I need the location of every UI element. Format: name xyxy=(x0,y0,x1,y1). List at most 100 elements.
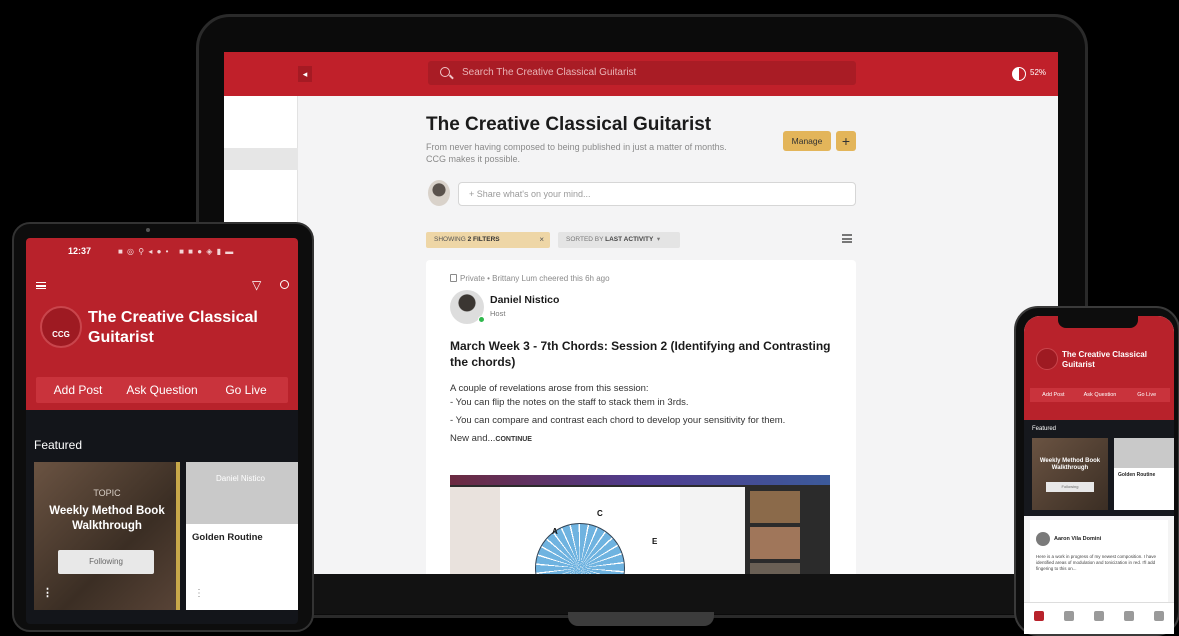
search-icon[interactable] xyxy=(280,280,289,289)
status-time: 12:37 xyxy=(68,246,92,256)
participant-video xyxy=(750,527,800,559)
post-meta-text: Private • Brittany Lum cheered this 6h a… xyxy=(460,274,610,283)
avatar[interactable] xyxy=(428,180,450,206)
card-accent xyxy=(176,462,180,610)
filter-count: 2 FILTERS xyxy=(467,236,500,243)
community-logo: CCG xyxy=(40,306,82,348)
online-status-icon xyxy=(478,316,485,323)
search-input[interactable]: Search The Creative Classical Guitarist xyxy=(428,61,856,85)
featured-card[interactable]: Golden Routine xyxy=(1114,438,1174,510)
post-line: A couple of revelations arose from this … xyxy=(450,383,649,394)
video-document: C A E xyxy=(500,487,680,574)
video-sidebar xyxy=(450,487,500,574)
featured-card[interactable]: Daniel Nistico Golden Routine ⋮ xyxy=(186,462,298,610)
tablet-screen: 12:37 ■ ◎ ⚲ ◂ ● • ■ ■ ● ◈ ▮ ▬ ▽ CCG The … xyxy=(26,238,298,624)
laptop-screen: ◂ Search The Creative Classical Guitaris… xyxy=(224,52,1058,574)
phone-screen: The Creative Classical Guitarist Add Pos… xyxy=(1024,316,1174,634)
share-post-input[interactable]: + Share what's on your mind... xyxy=(458,182,856,206)
featured-heading: Featured xyxy=(34,438,83,452)
post-line-text: New and... xyxy=(450,433,496,444)
post-card[interactable]: Private • Brittany Lum cheered this 6h a… xyxy=(426,260,856,574)
video-format-panel xyxy=(680,487,745,574)
post-card[interactable]: Aaron Vila Domini Here is a work in prog… xyxy=(1030,520,1168,604)
wheel-label: E xyxy=(652,537,658,546)
post-line: - You can compare and contrast each chor… xyxy=(450,415,786,426)
post-body: Here is a work in progress of my newest … xyxy=(1036,554,1157,571)
wheel-label: A xyxy=(552,527,558,536)
sidebar-collapse-button[interactable]: ◂ xyxy=(298,66,312,82)
filter-icon[interactable]: ▽ xyxy=(252,278,261,292)
author-avatar[interactable] xyxy=(1036,532,1050,546)
community-title: The Creative Classical Guitarist xyxy=(1062,350,1147,369)
post-author[interactable]: Daniel Nistico xyxy=(490,294,559,306)
wheel-label: C xyxy=(597,509,603,518)
explore-icon xyxy=(1064,611,1074,621)
contrast-toggle-icon[interactable] xyxy=(1012,67,1026,81)
card-author: Daniel Nistico xyxy=(216,474,265,483)
sort-value: LAST ACTIVITY xyxy=(605,236,654,243)
action-bar: Add Post Ask Question Go Live xyxy=(1030,388,1170,402)
lock-icon xyxy=(450,274,457,282)
home-icon xyxy=(1034,611,1044,621)
hamburger-menu-icon[interactable] xyxy=(36,282,46,289)
profile-icon xyxy=(1154,611,1164,621)
community-title: The Creative Classical Guitarist xyxy=(88,309,258,346)
phone-notch xyxy=(1058,316,1138,328)
sidebar-item-selected[interactable] xyxy=(224,148,298,170)
card-image xyxy=(186,462,298,524)
card-title: Weekly Method Book Walkthrough xyxy=(1039,458,1101,471)
more-options-icon[interactable]: ⋮ xyxy=(194,588,204,599)
participant-video xyxy=(750,563,800,574)
tablet-header: 12:37 ■ ◎ ⚲ ◂ ● • ■ ■ ● ◈ ▮ ▬ ▽ CCG The … xyxy=(26,238,298,410)
tab-profile[interactable] xyxy=(1144,603,1174,634)
search-icon xyxy=(440,67,450,77)
following-button[interactable]: Following xyxy=(58,550,154,574)
card-title: Weekly Method Book Walkthrough xyxy=(49,505,165,532)
featured-card[interactable]: Weekly Method Book Walkthrough Following xyxy=(1032,438,1108,510)
tablet-camera xyxy=(146,228,150,232)
messages-icon xyxy=(1094,611,1104,621)
card-title: Golden Routine xyxy=(192,532,263,543)
go-live-button[interactable]: Go Live xyxy=(204,377,288,403)
clear-filter-icon[interactable]: × xyxy=(539,232,544,248)
participant-video xyxy=(750,491,800,523)
community-logo xyxy=(1036,348,1058,370)
sort-dropdown[interactable]: SORTED BY LAST ACTIVITY ▾ xyxy=(558,232,680,248)
zoom-level: 52% xyxy=(1030,68,1047,77)
ask-question-button[interactable]: Ask Question xyxy=(120,377,204,403)
card-image xyxy=(1114,438,1174,468)
bell-icon xyxy=(1124,611,1134,621)
page-title: The Creative Classical Guitarist xyxy=(426,114,712,135)
tab-explore[interactable] xyxy=(1054,603,1084,634)
go-live-button[interactable]: Go Live xyxy=(1123,388,1170,402)
featured-card[interactable]: TOPIC Weekly Method Book Walkthrough Fol… xyxy=(34,462,180,610)
following-button[interactable]: Following xyxy=(1046,482,1094,492)
post-body: A couple of revelations arose from this … xyxy=(450,382,840,447)
add-post-button[interactable]: Add Post xyxy=(36,377,120,403)
filter-chip[interactable]: SHOWING 2 FILTERS × xyxy=(426,232,550,248)
video-thumbnail[interactable]: C A E xyxy=(450,475,830,574)
list-view-icon[interactable] xyxy=(842,234,852,243)
search-placeholder: Search The Creative Classical Guitarist xyxy=(462,67,637,78)
tab-home[interactable] xyxy=(1024,603,1054,634)
status-icons: ■ ◎ ⚲ ◂ ● • ■ ■ ● ◈ ▮ ▬ xyxy=(118,247,235,256)
card-topic-label: TOPIC xyxy=(93,488,121,498)
tab-messages[interactable] xyxy=(1084,603,1114,634)
featured-heading: Featured xyxy=(1032,426,1057,432)
laptop-trackpad-notch xyxy=(568,612,714,626)
continue-link[interactable]: CONTINUE xyxy=(495,436,532,443)
post-author[interactable]: Aaron Vila Domini xyxy=(1054,536,1101,542)
filter-prefix: SHOWING xyxy=(434,236,466,243)
action-bar: Add Post Ask Question Go Live xyxy=(36,377,288,403)
add-post-button[interactable]: Add Post xyxy=(1030,388,1077,402)
featured-section: Featured Weekly Method Book Walkthrough … xyxy=(1024,420,1174,516)
post-title[interactable]: March Week 3 - 7th Chords: Session 2 (Id… xyxy=(450,338,834,370)
more-options-icon[interactable]: ⋮ xyxy=(42,586,53,599)
tab-notifications[interactable] xyxy=(1114,603,1144,634)
chord-wheel-image xyxy=(535,523,625,574)
ask-question-button[interactable]: Ask Question xyxy=(1077,388,1124,402)
manage-button[interactable]: Manage xyxy=(783,131,831,151)
card-title: Golden Routine xyxy=(1118,472,1156,478)
add-button[interactable]: + xyxy=(836,131,856,151)
sort-prefix: SORTED BY xyxy=(566,236,604,243)
